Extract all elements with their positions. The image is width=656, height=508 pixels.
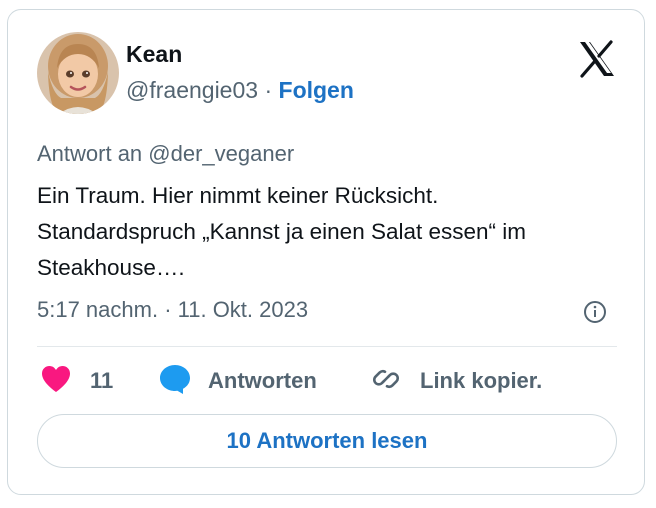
copy-link-label: Link kopier. [420,368,543,393]
info-icon[interactable] [583,300,607,324]
copy-link-button[interactable]: Link kopier. [370,361,542,401]
author-name[interactable]: Kean [126,41,182,68]
heart-icon [40,364,72,399]
x-logo-icon[interactable] [577,39,617,79]
link-icon [370,363,402,400]
reply-bubble-icon [158,363,192,400]
action-bar: 11 Antworten Link kopier. [37,361,627,401]
avatar[interactable] [37,32,119,114]
like-count: 11 [90,368,114,393]
like-button[interactable]: 11 [40,361,113,401]
author-handle[interactable]: @fraengie03 [126,77,258,103]
tweet-text: Ein Traum. Hier nimmt keiner Rücksicht. … [37,183,527,280]
reply-label: Antworten [208,368,317,393]
read-replies-button[interactable]: 10 Antworten lesen [37,414,617,468]
divider [37,346,617,347]
follow-button[interactable]: Folgen [279,77,354,103]
separator: · [264,77,273,103]
author-handle-row: @fraengie03 · Folgen [126,77,354,104]
tweet-card: Kean @fraengie03 · Folgen Antwort an @de… [7,9,645,495]
reply-button[interactable]: Antworten [158,361,317,401]
reply-to-label[interactable]: Antwort an @der_veganer [37,141,294,167]
timestamp[interactable]: 5:17 nachm. · 11. Okt. 2023 [37,297,308,323]
